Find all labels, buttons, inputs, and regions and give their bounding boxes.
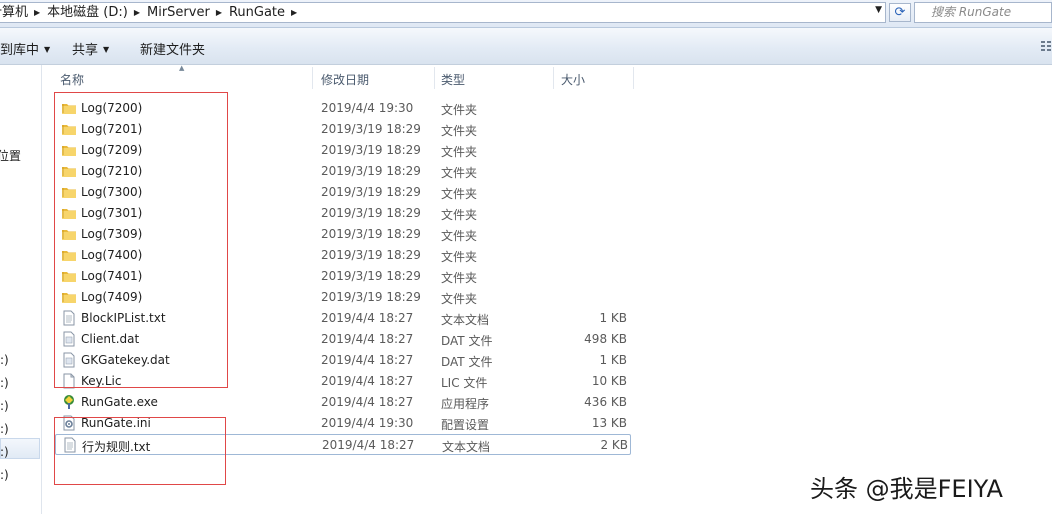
- file-modified-date: 2019/3/19 18:29: [321, 248, 421, 262]
- file-type: 文本文档: [441, 313, 490, 327]
- file-type: 文件夹: [441, 271, 478, 285]
- file-modified-date: 2019/4/4 18:27: [321, 374, 414, 388]
- annotation-highlight-box: [54, 92, 228, 388]
- watermark: 头条 @我是FEIYA: [810, 475, 1003, 503]
- breadcrumb-rungate[interactable]: RunGate: [226, 3, 289, 22]
- refresh-button[interactable]: ⟳: [889, 3, 911, 22]
- file-modified-date: 2019/4/4 18:27: [321, 311, 414, 325]
- file-type: 配置设置: [441, 418, 490, 432]
- breadcrumb-separator-icon[interactable]: ▶: [214, 8, 226, 17]
- file-modified-date: 2019/3/19 18:29: [321, 269, 421, 283]
- refresh-icon: ⟳: [894, 5, 906, 20]
- file-size: 10 KB: [591, 374, 627, 388]
- file-modified-date: 2019/3/19 18:29: [321, 122, 421, 136]
- nav-item-drive[interactable]: :): [0, 445, 9, 459]
- file-type: 文件夹: [441, 145, 478, 159]
- file-type: DAT 文件: [441, 334, 493, 348]
- column-header-type[interactable]: 类型: [441, 71, 465, 88]
- file-type: 文件夹: [441, 187, 478, 201]
- breadcrumb-separator-icon[interactable]: ▶: [32, 8, 44, 17]
- file-type: 文件夹: [441, 292, 478, 306]
- nav-item-drive[interactable]: :): [0, 399, 9, 413]
- chevron-down-icon: ▼: [44, 45, 51, 54]
- file-size: 498 KB: [584, 332, 627, 346]
- file-modified-date: 2019/3/19 18:29: [321, 290, 421, 304]
- search-input[interactable]: 搜索 RunGate: [914, 2, 1052, 23]
- column-headers: ▲ 名称 修改日期 类型 大小: [42, 64, 1052, 91]
- file-type: 文件夹: [441, 229, 478, 243]
- address-bar: 计算机 ▶ 本地磁盘 (D:) ▶ MirServer ▶ RunGate ▶ …: [0, 0, 1052, 28]
- file-type: 文件夹: [441, 124, 478, 138]
- breadcrumb-separator-icon[interactable]: ▶: [132, 8, 144, 17]
- annotation-highlight-box: [54, 417, 226, 485]
- file-modified-date: 2019/4/4 18:27: [321, 353, 414, 367]
- history-dropdown-icon[interactable]: ▼: [875, 5, 882, 15]
- nav-item-drive[interactable]: :): [0, 376, 9, 390]
- file-size: 1 KB: [599, 353, 627, 367]
- column-header-date[interactable]: 修改日期: [321, 71, 369, 88]
- breadcrumb-local-disk[interactable]: 本地磁盘 (D:): [44, 3, 132, 22]
- file-type: LIC 文件: [441, 376, 488, 390]
- breadcrumb[interactable]: 计算机 ▶ 本地磁盘 (D:) ▶ MirServer ▶ RunGate ▶ …: [0, 2, 886, 23]
- share-button[interactable]: 共享 ▼: [72, 39, 109, 58]
- file-type: 文件夹: [441, 166, 478, 180]
- column-divider[interactable]: [633, 67, 634, 89]
- nav-item-location[interactable]: 位置: [0, 147, 21, 164]
- nav-item-drive[interactable]: :): [0, 353, 9, 367]
- table-row[interactable]: RunGate.exe 2019/4/4 18:27 应用程序 436 KB: [55, 392, 631, 413]
- nav-item-drive[interactable]: :): [0, 422, 9, 436]
- file-modified-date: 2019/3/19 18:29: [321, 164, 421, 178]
- file-size: 436 KB: [584, 395, 627, 409]
- breadcrumb-computer[interactable]: 计算机: [0, 3, 32, 22]
- exe-app-icon: [61, 394, 77, 410]
- file-modified-date: 2019/4/4 19:30: [321, 416, 414, 430]
- file-type: 文本文档: [442, 440, 491, 454]
- file-modified-date: 2019/4/4 19:30: [321, 101, 414, 115]
- file-modified-date: 2019/4/4 18:27: [321, 332, 414, 346]
- file-modified-date: 2019/3/19 18:29: [321, 206, 421, 220]
- file-size: 13 KB: [591, 416, 627, 430]
- column-header-size[interactable]: 大小: [561, 71, 585, 88]
- file-modified-date: 2019/3/19 18:29: [321, 143, 421, 157]
- column-divider[interactable]: [553, 67, 554, 89]
- file-type: DAT 文件: [441, 355, 493, 369]
- file-modified-date: 2019/3/19 18:29: [321, 227, 421, 241]
- nav-item-drive[interactable]: :): [0, 468, 9, 482]
- command-bar: 包含到库中▼ 共享▼ 新建文件夹: [0, 28, 1052, 65]
- file-type: 文件夹: [441, 208, 478, 222]
- sort-ascending-icon: ▲: [179, 64, 185, 72]
- column-header-name[interactable]: 名称: [60, 71, 84, 88]
- search-placeholder: 搜索 RunGate: [931, 5, 1012, 19]
- file-modified-date: 2019/3/19 18:29: [321, 185, 421, 199]
- file-name: RunGate.exe: [81, 395, 158, 409]
- breadcrumb-separator-icon[interactable]: ▶: [289, 8, 301, 17]
- file-modified-date: 2019/4/4 18:27: [321, 395, 414, 409]
- view-options-icon[interactable]: [1040, 40, 1052, 55]
- file-size: 1 KB: [599, 311, 627, 325]
- file-modified-date: 2019/4/4 18:27: [322, 438, 415, 452]
- file-type: 应用程序: [441, 397, 490, 411]
- file-type: 文件夹: [441, 103, 478, 117]
- file-list: ▲ 名称 修改日期 类型 大小 Log(7200) 2019/4/4 19:30 文…: [42, 64, 1052, 514]
- new-folder-button[interactable]: 新建文件夹: [140, 39, 205, 58]
- column-divider[interactable]: [434, 67, 435, 89]
- file-size: 2 KB: [600, 438, 628, 452]
- include-in-library-button[interactable]: 包含到库中▼: [0, 39, 50, 58]
- file-type: 文件夹: [441, 250, 478, 264]
- breadcrumb-mirserver[interactable]: MirServer: [144, 3, 214, 22]
- column-divider[interactable]: [312, 67, 313, 89]
- navigation-pane: 位置 :) :) :) :) :) :): [0, 65, 42, 514]
- chevron-down-icon: ▼: [103, 45, 110, 54]
